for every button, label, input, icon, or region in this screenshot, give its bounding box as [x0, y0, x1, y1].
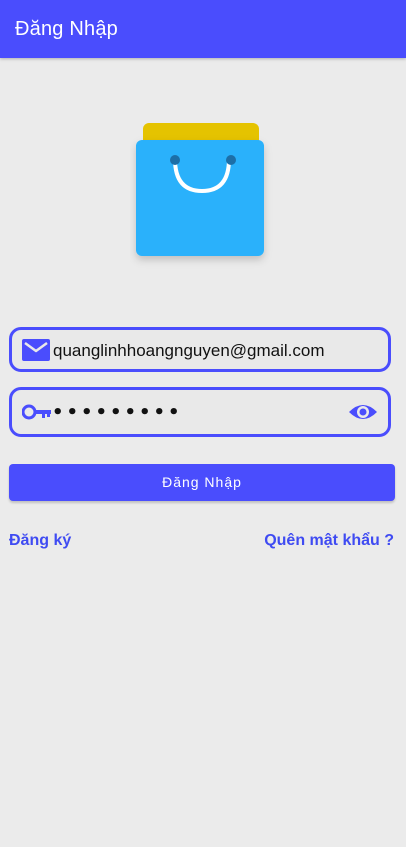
page-title: Đăng Nhập	[15, 18, 118, 40]
forgot-password-link[interactable]: Quên mật khẩu ?	[264, 532, 394, 550]
email-icon	[22, 338, 50, 361]
login-button[interactable]: Đăng Nhập	[9, 464, 395, 501]
register-link[interactable]: Đăng ký	[9, 532, 71, 550]
email-field[interactable]: quanglinhhoangnguyen@gmail.com	[9, 327, 391, 372]
eye-icon[interactable]	[348, 402, 378, 422]
email-input[interactable]: quanglinhhoangnguyen@gmail.com	[53, 341, 325, 361]
app-bar: Đăng Nhập	[0, 0, 406, 58]
password-field[interactable]: •••••••••	[9, 387, 391, 437]
key-icon	[22, 404, 51, 420]
password-input[interactable]: •••••••••	[52, 402, 183, 423]
shopping-bag-icon	[136, 123, 264, 256]
